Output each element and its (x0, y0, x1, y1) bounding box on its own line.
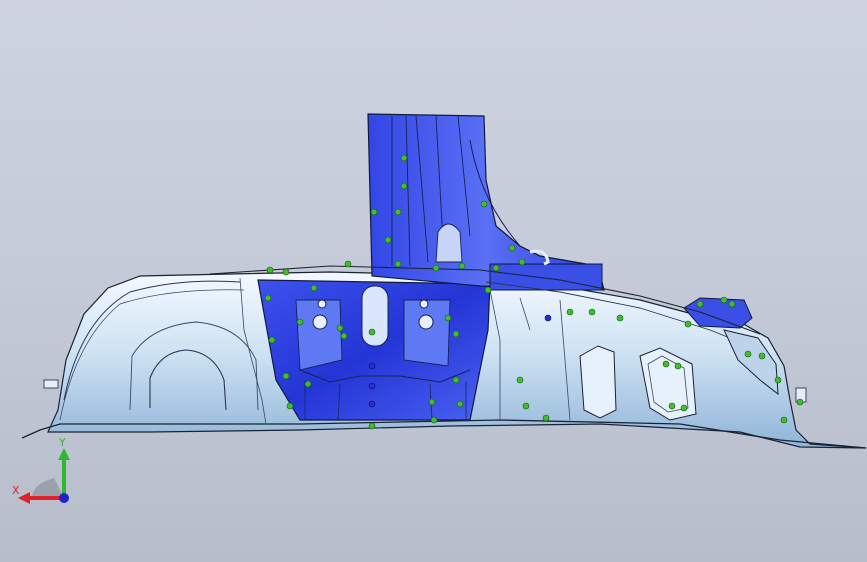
locator-pin (522, 402, 530, 410)
locator-pin (282, 372, 290, 380)
locator-pin (368, 422, 376, 430)
locator-pin (370, 208, 378, 216)
locator-pin (796, 398, 804, 406)
locator-pin (758, 352, 766, 360)
locator-pin (452, 330, 460, 338)
locator-pin (430, 416, 438, 424)
locator-pin (720, 296, 728, 304)
locator-pin (368, 328, 376, 336)
locator-pin (484, 286, 492, 294)
triad-base-quad (32, 478, 64, 498)
locator-pin (282, 268, 290, 276)
locator-pin (268, 336, 276, 344)
locator-pin (744, 350, 752, 358)
y-axis-label: Y (58, 436, 66, 449)
locator-pin (480, 200, 488, 208)
car-body-part-model[interactable] (0, 0, 867, 562)
locator-pin (264, 294, 272, 302)
locator-pin (508, 244, 516, 252)
locator-pin (588, 308, 596, 316)
locator-pin (310, 284, 318, 292)
locator-pin (394, 260, 402, 268)
mount-hole-right (418, 314, 434, 330)
locator-pin (428, 398, 436, 406)
mount-hole-top-left (317, 299, 327, 309)
locator-pin (340, 332, 348, 340)
locator-pin (696, 300, 704, 308)
locator-pin (336, 324, 344, 332)
locator-pin (492, 264, 500, 272)
locator-pin (516, 376, 524, 384)
x-axis-arrow-icon (18, 492, 30, 504)
center-slot (361, 285, 389, 347)
locator-pin (344, 260, 352, 268)
locator-pin (456, 400, 464, 408)
mount-hole-left (312, 314, 328, 330)
locator-pin (728, 300, 736, 308)
x-axis-label: X (12, 484, 20, 497)
locator-pin (432, 264, 440, 272)
locator-pin (668, 402, 676, 410)
locator-pin (304, 380, 312, 388)
tower-base-block (489, 263, 603, 291)
mount-hole-top-right (419, 299, 429, 309)
locator-pin (296, 318, 304, 326)
locator-pin (674, 362, 682, 370)
locator-pin (452, 376, 460, 384)
locator-pin (616, 314, 624, 322)
locator-pin (286, 402, 294, 410)
locator-pin (400, 154, 408, 162)
locator-pin (458, 262, 466, 270)
locator-pin (566, 308, 574, 316)
locator-pin (400, 182, 408, 190)
orientation-triad[interactable]: X Y (10, 436, 80, 508)
front-tab (43, 379, 59, 389)
center-inner-left (295, 299, 343, 371)
locator-pin (680, 404, 688, 412)
locator-pin (780, 416, 788, 424)
side-opening-1 (579, 345, 617, 419)
locator-pin (518, 258, 526, 266)
locator-pin (444, 314, 452, 322)
locator-pin (266, 266, 274, 274)
z-axis-dot-icon (59, 493, 69, 503)
locator-pin (384, 236, 392, 244)
locator-pin (542, 414, 550, 422)
tower-bracket (435, 223, 463, 263)
locator-pin (662, 360, 670, 368)
locator-pin (394, 208, 402, 216)
center-inner-right (403, 299, 451, 367)
locator-pin (684, 320, 692, 328)
cad-viewport[interactable]: X Y (0, 0, 867, 562)
locator-pin (774, 376, 782, 384)
y-axis-arrow-icon (58, 448, 70, 460)
